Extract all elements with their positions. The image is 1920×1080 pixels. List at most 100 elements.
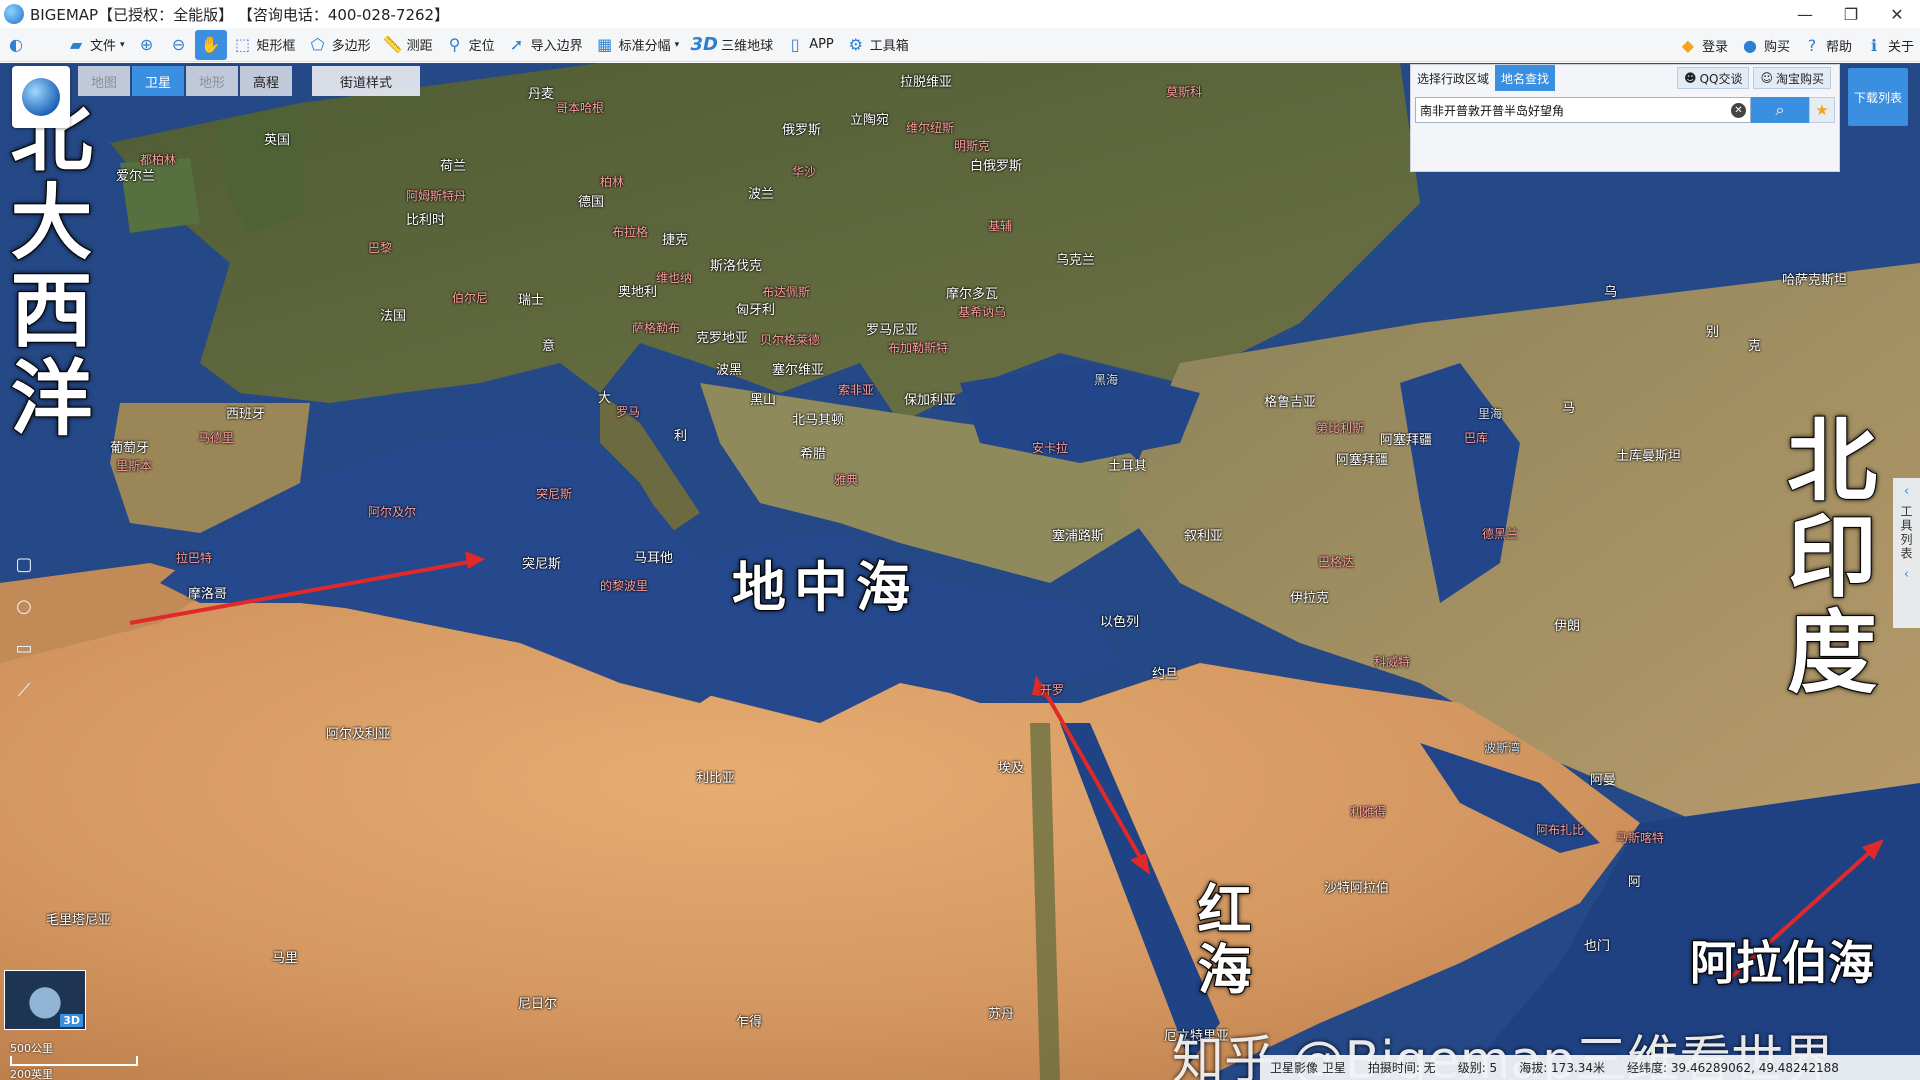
tab-satellite[interactable]: 卫星 [132, 66, 184, 96]
zoom-in-button[interactable]: ⊕ [131, 30, 163, 60]
locate-label: 定位 [468, 39, 495, 54]
map-label: 波斯湾 [1484, 741, 1521, 755]
annotation-arabian-sea: 阿拉伯海 [1689, 935, 1875, 991]
status-coordinates: 经纬度: 39.46289062, 49.48242188 [1627, 1061, 1839, 1075]
clear-icon[interactable]: ✕ [1731, 103, 1746, 118]
ruler-tool-icon[interactable]: ⟋ [10, 676, 38, 704]
status-imagery: 卫星影像 卫星 [1270, 1061, 1346, 1075]
title-bar: BIGEMAP【已授权：全能版】 【咨询电话：400-028-7262】 — ❐… [0, 0, 1920, 28]
tab-terrain[interactable]: 地形 [186, 66, 238, 96]
toolbox-button[interactable]: ⚙ 工具箱 [840, 30, 915, 60]
map-canvas[interactable]: 丹麦 哥本哈根 拉脱维亚 莫斯科 立陶宛 维尔纽斯 俄罗斯 明斯克 白俄罗斯 英… [0, 63, 1920, 1080]
qq-chat-button[interactable]: ☻ QQ交谈 [1677, 67, 1750, 89]
polygon-select-icon: ⬠ [310, 35, 325, 54]
map-label: 第比利斯 [1316, 421, 1365, 435]
standard-sheet-button[interactable]: ▦ 标准分幅 ▾ [589, 30, 686, 60]
status-elevation: 海拔: 173.34米 [1519, 1061, 1606, 1075]
map-label: 索非亚 [838, 383, 875, 397]
grid-icon: ▦ [597, 35, 613, 54]
map-label: 巴格达 [1318, 555, 1355, 569]
map-label: 俄罗斯 [782, 123, 822, 138]
annotation-north-atlantic: 北大西洋 [0, 90, 92, 444]
street-style-button[interactable]: 街道样式 [312, 66, 420, 96]
close-button[interactable]: ✕ [1874, 0, 1920, 28]
circle-tool-icon[interactable]: ○ [10, 592, 38, 620]
map-label: 布加勒斯特 [888, 341, 949, 355]
map-label: 利雅得 [1350, 805, 1387, 819]
3d-toggle[interactable]: 3D [60, 1014, 83, 1027]
globe-menu-button[interactable]: ◐ [0, 30, 32, 60]
map-label: 华沙 [792, 165, 817, 179]
map-label: 阿 [1628, 875, 1642, 890]
map-label: 里海 [1478, 407, 1503, 421]
taobao-buy-label: 淘宝购买 [1775, 71, 1824, 86]
tab-select-region[interactable]: 选择行政区域 [1411, 65, 1495, 91]
ruler-icon: 📏 [382, 35, 403, 54]
map-label: 罗马 [616, 405, 641, 419]
app-button[interactable]: ▯ APP [779, 30, 840, 60]
map-label: 科威特 [1374, 655, 1411, 669]
status-capture-time: 拍摄时间: 无 [1367, 1061, 1436, 1075]
map-label: 伊拉克 [1290, 591, 1330, 606]
import-boundary-button[interactable]: ➚ 导入边界 [501, 30, 589, 60]
search-icon: ⌕ [1775, 100, 1785, 119]
favorite-button[interactable]: ★ [1809, 97, 1835, 123]
3d-globe-button[interactable]: 3D 三维地球 [685, 30, 779, 60]
maximize-button[interactable]: ❐ [1828, 0, 1874, 28]
measure-distance-button[interactable]: 📏 测距 [377, 30, 439, 60]
rectangle-select-button[interactable]: ⬚ 矩形框 [227, 30, 302, 60]
file-menu-button[interactable]: ▰ 文件 ▾ [60, 30, 131, 60]
annotation-mediterranean: 地中海 [731, 555, 918, 620]
minimap[interactable]: 3D [4, 970, 86, 1030]
help-button[interactable]: ? 帮助 [1796, 30, 1858, 60]
map-label: 阿曼 [1590, 773, 1617, 788]
tool-list-rail[interactable]: ‹ 工具列表 ‹ [1893, 478, 1920, 628]
search-button[interactable]: ⌕ [1751, 97, 1809, 123]
map-label: 格鲁吉亚 [1264, 395, 1317, 410]
tab-elevation[interactable]: 高程 [240, 66, 292, 96]
buy-button[interactable]: ● 购买 [1734, 30, 1796, 60]
chevron-left-icon[interactable]: ‹ [1904, 567, 1909, 582]
map-label: 里斯本 [116, 459, 153, 473]
about-button[interactable]: ℹ 关于 [1858, 30, 1920, 60]
map-label: 维也纳 [656, 271, 693, 285]
standard-sheet-label: 标准分幅 [618, 39, 671, 54]
map-label: 哈萨克斯坦 [1782, 273, 1848, 288]
locate-button[interactable]: ⚲ 定位 [439, 30, 501, 60]
download-list-button[interactable]: 下载列表 [1848, 68, 1908, 126]
chevron-left-icon[interactable]: ‹ [1904, 484, 1909, 499]
map-label: 摩洛哥 [188, 587, 228, 602]
square-tool-icon[interactable]: ▢ [10, 550, 38, 578]
map-label: 荷兰 [440, 159, 467, 174]
tab-map[interactable]: 地图 [78, 66, 130, 96]
tab-place-search[interactable]: 地名查找 [1495, 65, 1556, 91]
search-links: ☻ QQ交谈 ☺ 淘宝购买 [1677, 67, 1839, 89]
zoom-out-button[interactable]: ⊖ [163, 30, 195, 60]
map-label: 维尔纽斯 [906, 121, 955, 135]
map-label: 拉巴特 [176, 551, 213, 565]
map-label: 阿尔及利亚 [326, 727, 392, 742]
globe-view-button[interactable] [12, 66, 70, 128]
place-search-input[interactable]: 南非开普敦开普半岛好望角 ✕ [1415, 97, 1751, 123]
globe-icon: ◐ [9, 35, 23, 54]
map-label: 黑山 [750, 393, 777, 408]
search-tabs: 选择行政区域 地名查找 ☻ QQ交谈 ☺ 淘宝购买 [1411, 65, 1839, 91]
map-label: 马耳他 [634, 551, 674, 566]
map-label: 马里 [272, 951, 299, 966]
login-button[interactable]: ◆ 登录 [1672, 30, 1734, 60]
map-label: 土库曼斯坦 [1616, 449, 1682, 464]
map-label: 莫斯科 [1166, 85, 1203, 99]
annotation-red-sea: 红海 [1187, 880, 1252, 1002]
map-label: 克 [1748, 339, 1762, 354]
map-label: 英国 [264, 133, 291, 148]
polygon-select-button[interactable]: ⬠ 多边形 [302, 30, 377, 60]
map-label: 也门 [1584, 939, 1611, 954]
search-panel: 选择行政区域 地名查找 ☻ QQ交谈 ☺ 淘宝购买 南非开普敦开普半岛好望角 ✕ ⌕… [1410, 64, 1840, 172]
phone-download-icon: ▯ [790, 35, 800, 54]
map-label: 塞尔维亚 [772, 363, 825, 378]
minimize-button[interactable]: — [1782, 0, 1828, 28]
map-label: 奥地利 [618, 285, 658, 300]
taobao-buy-button[interactable]: ☺ 淘宝购买 [1753, 67, 1831, 89]
pan-button[interactable]: ✋ [194, 29, 227, 60]
rectangle-tool-icon[interactable]: ▭ [10, 634, 38, 662]
